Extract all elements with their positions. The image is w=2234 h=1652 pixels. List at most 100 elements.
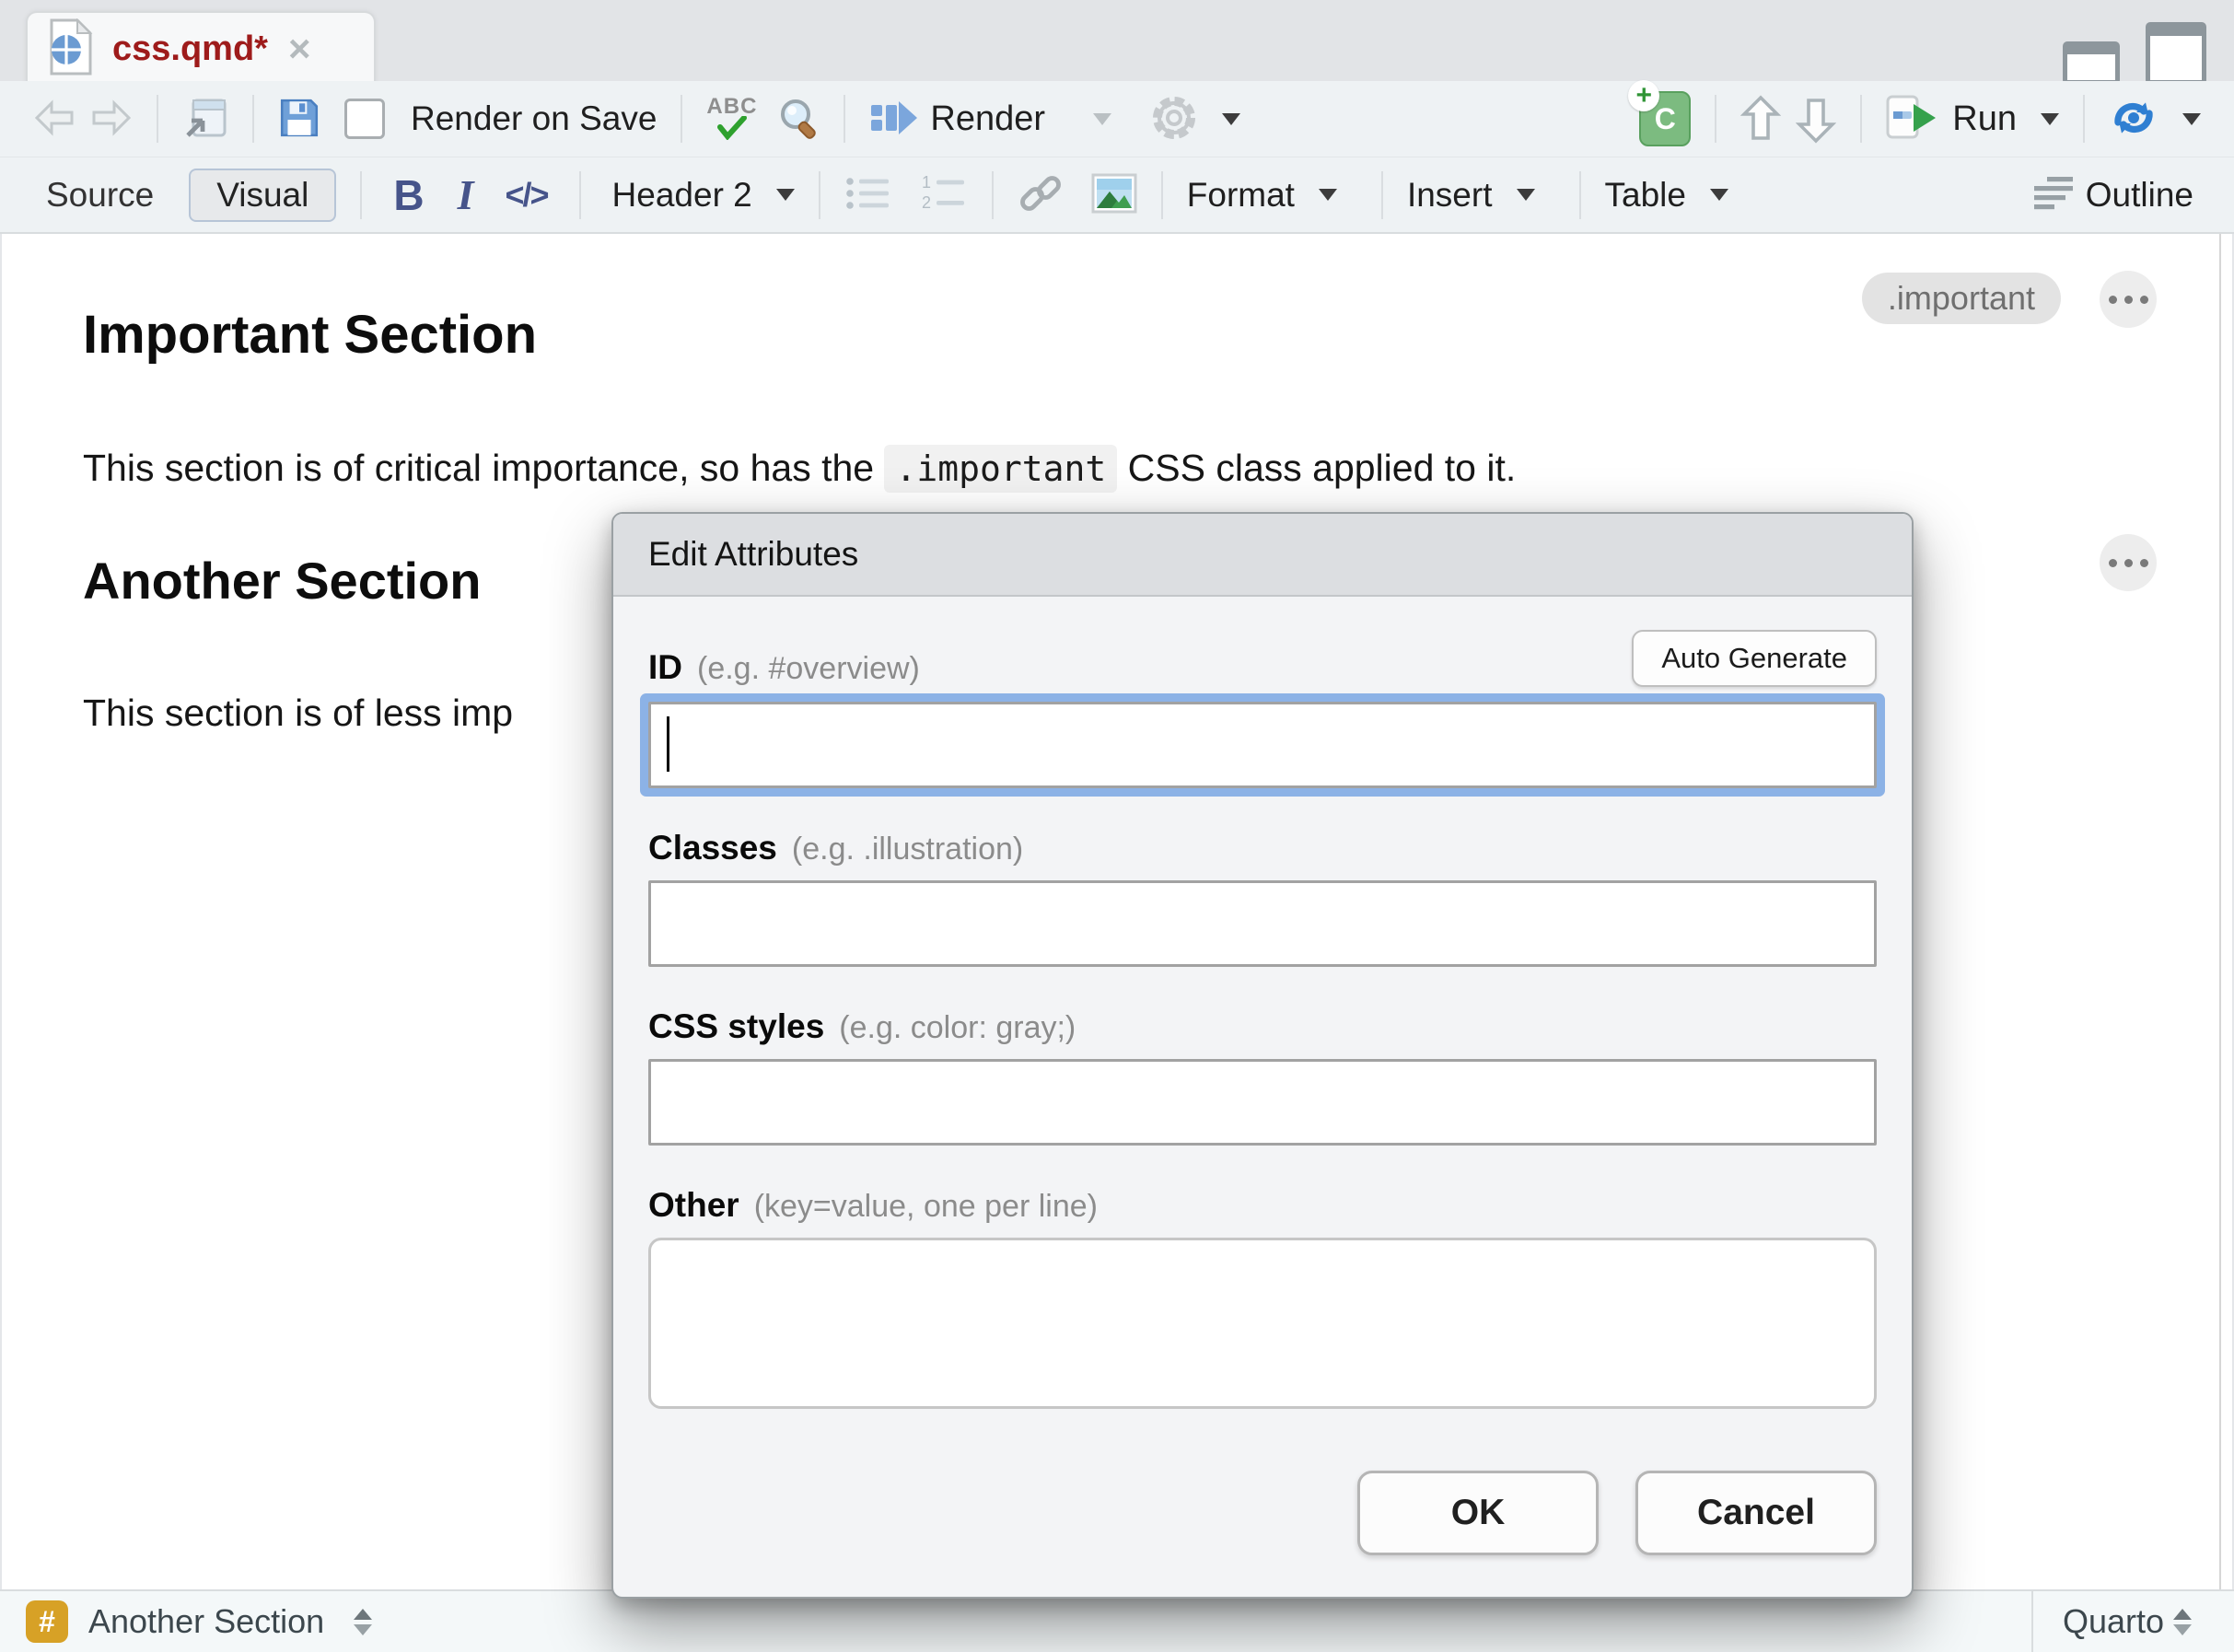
chevron-down-icon <box>1093 113 1111 125</box>
classes-input[interactable] <box>648 880 1877 967</box>
outline-toggle[interactable]: Outline <box>2025 169 2201 220</box>
chevron-down-icon <box>1319 189 1337 201</box>
id-label: ID <box>648 648 682 686</box>
svg-text:2: 2 <box>922 193 931 212</box>
css-styles-hint: (e.g. color: gray;) <box>839 1010 1076 1045</box>
back-arrow-icon <box>33 99 76 139</box>
bulleted-list-icon <box>844 173 892 216</box>
code-icon: </> <box>505 176 547 215</box>
format-menu-label: Format <box>1187 176 1295 215</box>
minimize-pane-icon[interactable] <box>2063 41 2120 85</box>
visual-mode-toggle[interactable]: Visual <box>189 169 336 222</box>
id-input[interactable] <box>648 702 1877 788</box>
toolbar-separator <box>1860 95 1862 143</box>
svg-text:1: 1 <box>922 173 931 192</box>
image-icon <box>1091 173 1137 216</box>
go-to-next-section-button[interactable] <box>1788 88 1844 150</box>
main-toolbar: Render on Save ABC Render <box>0 81 2234 157</box>
render-settings-button[interactable] <box>1143 88 1248 150</box>
render-button[interactable]: Render <box>862 92 1053 146</box>
toolbar-separator <box>579 171 581 219</box>
css-styles-label: CSS styles <box>648 1007 824 1045</box>
spellcheck-button[interactable]: ABC <box>699 92 770 145</box>
rerun-button[interactable] <box>2101 91 2208 147</box>
auto-generate-button[interactable]: Auto Generate <box>1632 630 1877 687</box>
italic-button[interactable]: I <box>450 165 482 225</box>
tab-css-qmd[interactable]: css.qmd* × <box>26 11 376 85</box>
sort-arrows-icon <box>2173 1609 2192 1635</box>
numbered-list-icon: 1 2 <box>920 173 968 216</box>
other-textarea[interactable] <box>648 1238 1877 1409</box>
render-on-save-control[interactable]: Render on Save <box>337 93 664 145</box>
classes-field-label-group: Classes(e.g. .illustration) <box>648 829 1877 867</box>
dialog-title-bar[interactable]: Edit Attributes <box>613 514 1912 597</box>
inline-code-button[interactable]: </> <box>497 170 554 220</box>
chevron-down-icon <box>1710 189 1728 201</box>
save-icon <box>278 97 320 142</box>
scrollbar-track[interactable] <box>2219 234 2221 1591</box>
css-field-label-group: CSS styles (e.g. color: gray;) <box>648 1007 1877 1046</box>
paragraph-text: This section is of critical importance, … <box>83 447 884 489</box>
id-hint: (e.g. #overview) <box>697 651 920 686</box>
other-hint: (key=value, one per line) <box>754 1189 1098 1224</box>
edit-attributes-dialog: Edit Attributes ID (e.g. #overview) Auto … <box>611 512 1914 1599</box>
other-label: Other <box>648 1186 739 1224</box>
chevron-down-icon <box>776 189 795 201</box>
header-style-dropdown[interactable]: Header 2 <box>605 170 802 220</box>
bulleted-list-button[interactable] <box>837 168 900 222</box>
gear-icon <box>1150 94 1198 145</box>
open-in-new-window-button[interactable] <box>175 91 236 147</box>
css-class-badge[interactable]: .important <box>1862 273 2061 324</box>
save-button[interactable] <box>271 91 328 147</box>
forward-button[interactable] <box>83 94 140 145</box>
tab-close-icon[interactable]: × <box>288 29 311 68</box>
toolbar-separator <box>1161 171 1163 219</box>
render-on-save-checkbox[interactable] <box>344 99 385 139</box>
cancel-button[interactable]: Cancel <box>1635 1471 1877 1555</box>
id-field-label-group: ID (e.g. #overview) <box>648 648 920 687</box>
run-label: Run <box>1952 99 2017 139</box>
numbered-list-button[interactable]: 1 2 <box>913 168 975 222</box>
css-styles-input[interactable] <box>648 1059 1877 1146</box>
find-replace-button[interactable] <box>770 90 827 148</box>
toolbar-separator <box>252 95 254 143</box>
table-menu-dropdown[interactable]: Table <box>1598 170 1736 220</box>
paragraph-text: CSS class applied to it. <box>1117 447 1516 489</box>
chevron-down-icon <box>1222 113 1240 125</box>
insert-chunk-button[interactable]: C + <box>1632 86 1698 152</box>
section1-options-button[interactable] <box>2100 271 2157 328</box>
format-mode-selector[interactable]: Quarto <box>2031 1591 2227 1652</box>
format-menu-dropdown[interactable]: Format <box>1180 170 1344 220</box>
dialog-title: Edit Attributes <box>648 535 858 574</box>
run-button[interactable]: Run <box>1879 89 2066 149</box>
outline-icon <box>2032 175 2075 215</box>
arrow-up-icon <box>1740 94 1781 145</box>
render-options-dropdown[interactable] <box>1086 108 1119 131</box>
quarto-document-icon <box>46 18 96 80</box>
source-mode-toggle[interactable]: Source <box>33 170 167 220</box>
bold-icon: B <box>393 170 424 220</box>
forward-arrow-icon <box>90 99 133 139</box>
current-section-label: Another Section <box>88 1602 324 1641</box>
maximize-pane-icon[interactable] <box>2146 22 2206 85</box>
insert-menu-dropdown[interactable]: Insert <box>1400 170 1542 220</box>
section2-options-button[interactable] <box>2100 534 2157 591</box>
bold-button[interactable]: B <box>386 165 431 226</box>
paragraph-important: This section is of critical importance, … <box>83 447 1925 490</box>
back-button[interactable] <box>26 94 83 145</box>
ok-button[interactable]: OK <box>1357 1471 1599 1555</box>
ellipsis-icon <box>2109 559 2117 567</box>
insert-image-button[interactable] <box>1084 168 1145 222</box>
other-field-label-group: Other (key=value, one per line) <box>648 1186 1877 1225</box>
text-cursor <box>667 716 669 772</box>
tab-title: css.qmd* <box>112 29 268 69</box>
run-icon <box>1886 95 1941 144</box>
chevron-down-icon <box>2182 113 2201 125</box>
go-to-previous-section-button[interactable] <box>1733 88 1788 150</box>
link-icon <box>1018 170 1064 219</box>
outline-location-selector[interactable]: # Another Section <box>0 1600 372 1643</box>
insert-link-button[interactable] <box>1010 165 1071 225</box>
toolbar-separator <box>2083 95 2085 143</box>
toolbar-separator <box>819 171 820 219</box>
classes-label: Classes <box>648 829 777 867</box>
